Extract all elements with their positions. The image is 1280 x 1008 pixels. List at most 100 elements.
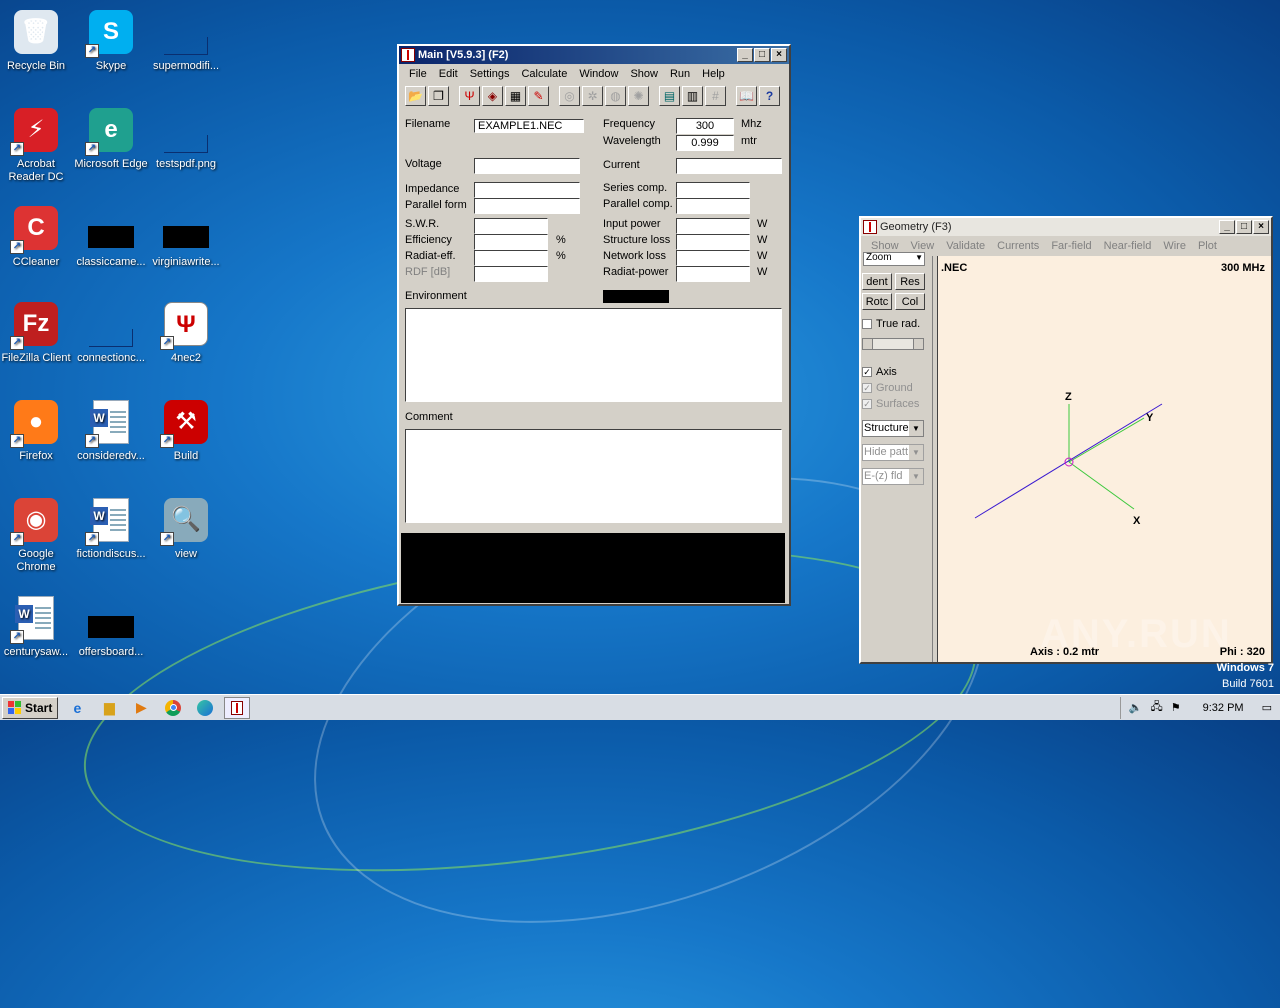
- antenna-icon[interactable]: Ψ: [459, 86, 480, 106]
- desktop-icon-label: Google Chrome: [16, 548, 56, 573]
- menu-edit[interactable]: Edit: [433, 68, 464, 80]
- file-explorer-icon[interactable]: ▆: [96, 697, 122, 719]
- desktop-icon[interactable]: ◉ ↗ Google Chrome: [0, 496, 74, 574]
- geometry-control-panel: Zoom ▼ dent Res Rotc Col True rad. ✓ Axis…: [861, 252, 933, 662]
- zoom-select[interactable]: Zoom ▼: [863, 252, 925, 266]
- pattern-icon[interactable]: ◎: [559, 86, 580, 106]
- geo-menu-show[interactable]: Show: [865, 240, 905, 252]
- col-button[interactable]: Col: [895, 293, 925, 310]
- comment-textarea[interactable]: [405, 429, 782, 523]
- maximize-button[interactable]: □: [754, 48, 770, 62]
- geo-menu-far-field[interactable]: Far-field: [1045, 240, 1097, 252]
- geo-menu-near-field[interactable]: Near-field: [1098, 240, 1158, 252]
- desktop-icon[interactable]: W ↗ fictiondiscus...: [73, 496, 149, 561]
- radiat-eff-label: Radiat-eff.: [405, 250, 456, 262]
- menu-calculate[interactable]: Calculate: [515, 68, 573, 80]
- show-desktop-icon[interactable]: ▭: [1262, 701, 1272, 714]
- true-rad-checkbox[interactable]: True rad.: [862, 318, 920, 330]
- desktop-icon[interactable]: W ↗ centurysaw...: [0, 594, 74, 659]
- book-icon[interactable]: 📖: [736, 86, 757, 106]
- shortcut-arrow-icon: ↗: [160, 532, 174, 546]
- ground-checkbox[interactable]: ✓ Ground: [862, 382, 913, 394]
- close-button[interactable]: ×: [1253, 220, 1269, 234]
- minimize-button[interactable]: _: [1219, 220, 1235, 234]
- desktop-icon[interactable]: S ↗ Skype: [73, 8, 149, 73]
- menu-show[interactable]: Show: [624, 68, 664, 80]
- structure-loss-unit: W: [757, 234, 768, 246]
- open-file-icon[interactable]: 📂: [405, 86, 426, 106]
- rotc-button[interactable]: Rotc: [862, 293, 892, 310]
- edit-icon[interactable]: ✎: [528, 86, 549, 106]
- res-button[interactable]: Res: [895, 273, 925, 290]
- geo-menu-wire[interactable]: Wire: [1157, 240, 1192, 252]
- desktop-icon[interactable]: connectionc...: [73, 300, 149, 365]
- geo-menu-currents[interactable]: Currents: [991, 240, 1045, 252]
- structure-3d-icon[interactable]: ▦: [505, 86, 526, 106]
- shortcut-arrow-icon: ↗: [10, 142, 24, 156]
- flag-icon[interactable]: ⚑: [1171, 701, 1181, 714]
- copy-icon[interactable]: ❐: [428, 86, 449, 106]
- calculator-icon[interactable]: ▤: [659, 86, 680, 106]
- file-icon: [162, 106, 210, 154]
- main-window-titlebar[interactable]: Main [V5.9.3] (F2) _ □ ×: [399, 46, 789, 64]
- start-button[interactable]: Start: [2, 696, 59, 719]
- geometry-slider[interactable]: [862, 338, 924, 350]
- desktop-icon[interactable]: 🔍 ↗ view: [148, 496, 224, 561]
- desktop-icon[interactable]: ⚒ ↗ Build: [148, 398, 224, 463]
- 4nec2-icon: Ψ ↗: [160, 300, 210, 350]
- wavelength-field[interactable]: 0.999: [676, 135, 734, 151]
- edge-icon[interactable]: [192, 697, 218, 719]
- axis-checkbox[interactable]: ✓ Axis: [862, 366, 897, 378]
- geometry-window-titlebar[interactable]: Geometry (F3) _ □ ×: [861, 218, 1271, 236]
- desktop-icon[interactable]: 🗑 Recycle Bin: [0, 8, 74, 73]
- desktop-icon[interactable]: ● ↗ Firefox: [0, 398, 74, 463]
- grid-icon[interactable]: #: [705, 86, 726, 106]
- media-player-icon[interactable]: ▶: [128, 697, 154, 719]
- surfaces-checkbox[interactable]: ✓ Surfaces: [862, 398, 919, 410]
- dent-button[interactable]: dent: [862, 273, 892, 290]
- desktop-icon[interactable]: Fz ↗ FileZilla Client: [0, 300, 74, 365]
- smith-chart-icon[interactable]: ▥: [682, 86, 703, 106]
- menu-window[interactable]: Window: [573, 68, 624, 80]
- geo-menu-plot[interactable]: Plot: [1192, 240, 1223, 252]
- desktop-icon[interactable]: supermodifi...: [148, 8, 224, 73]
- desktop-icon[interactable]: virginiawrite...: [148, 204, 224, 269]
- geometry-window-title: Geometry (F3): [880, 221, 952, 233]
- geo-menu-view[interactable]: View: [905, 240, 941, 252]
- clock[interactable]: 9:32 PM: [1203, 702, 1244, 714]
- structure-select[interactable]: Structure ▼: [862, 420, 924, 437]
- geometry-canvas[interactable]: .NEC 300 MHz Z Y X Axis : 0.2 mtr Phi : …: [937, 256, 1271, 662]
- close-button[interactable]: ×: [771, 48, 787, 62]
- environment-textarea[interactable]: [405, 308, 782, 402]
- menu-run[interactable]: Run: [664, 68, 696, 80]
- near-field-icon[interactable]: ✲: [582, 86, 603, 106]
- desktop-icon[interactable]: ⚡ ↗ Acrobat Reader DC: [0, 106, 74, 184]
- menu-settings[interactable]: Settings: [464, 68, 516, 80]
- 4nec2-taskbar-icon[interactable]: [224, 696, 251, 719]
- menu-file[interactable]: File: [403, 68, 433, 80]
- desktop-icon[interactable]: C ↗ CCleaner: [0, 204, 74, 269]
- minimize-button[interactable]: _: [737, 48, 753, 62]
- desktop-icon[interactable]: W ↗ consideredv...: [73, 398, 149, 463]
- internet-explorer-icon[interactable]: e: [64, 697, 90, 719]
- ez-fld-select[interactable]: E-(z) fld ▼: [862, 468, 924, 485]
- help-icon[interactable]: ?: [759, 86, 780, 106]
- desktop-icon[interactable]: testspdf.png: [148, 106, 224, 171]
- hide-patt-select[interactable]: Hide patt. ▼: [862, 444, 924, 461]
- desktop-icon[interactable]: offersboard...: [73, 594, 149, 659]
- shortcut-arrow-icon: ↗: [10, 240, 24, 254]
- optimize-icon[interactable]: ✺: [628, 86, 649, 106]
- chrome-icon[interactable]: [160, 697, 186, 719]
- network-icon[interactable]: 🖧: [1150, 698, 1162, 717]
- far-field-icon[interactable]: ◍: [605, 86, 626, 106]
- cube-icon[interactable]: ◈: [482, 86, 503, 106]
- frequency-field[interactable]: 300: [676, 118, 734, 134]
- desktop-icon[interactable]: classiccame...: [73, 204, 149, 269]
- filename-field[interactable]: EXAMPLE1.NEC: [474, 119, 584, 133]
- maximize-button[interactable]: □: [1236, 220, 1252, 234]
- geo-menu-validate[interactable]: Validate: [940, 240, 991, 252]
- desktop-icon[interactable]: e ↗ Microsoft Edge: [73, 106, 149, 171]
- speaker-icon[interactable]: 🔈: [1129, 701, 1143, 714]
- desktop-icon[interactable]: Ψ ↗ 4nec2: [148, 300, 224, 365]
- menu-help[interactable]: Help: [696, 68, 731, 80]
